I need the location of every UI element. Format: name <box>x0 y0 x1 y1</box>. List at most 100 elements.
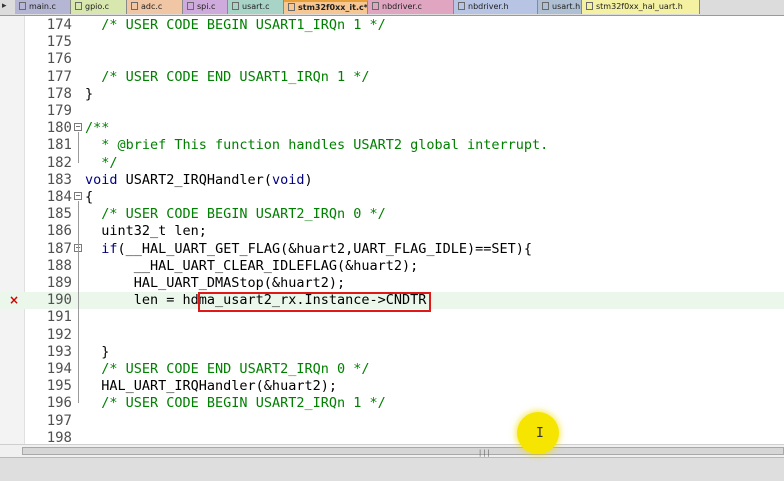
code-comment: /* USER CODE BEGIN USART1_IRQn 1 */ <box>101 17 386 33</box>
line-number: 190 <box>46 292 72 309</box>
code-line[interactable]: 175 <box>0 34 784 51</box>
code-text: { <box>85 189 93 206</box>
code-line[interactable]: 192 <box>0 327 784 344</box>
scrollbar-thumb[interactable]: ||| <box>22 447 784 457</box>
code-text: } <box>85 86 93 103</box>
code-comment: /* USER CODE END USART2_IRQn 0 */ <box>101 361 370 377</box>
code-line[interactable]: 180−/** <box>0 120 784 137</box>
tab-gpio-c[interactable]: gpio.c <box>71 0 127 14</box>
code-line[interactable]: 174 /* USER CODE BEGIN USART1_IRQn 1 */ <box>0 17 784 34</box>
code-comment: /* USER CODE END USART1_IRQn 1 */ <box>101 68 370 85</box>
code-line[interactable]: 183 void USART2_IRQHandler(void) <box>0 172 784 189</box>
code-line[interactable]: 184−{ <box>0 189 784 206</box>
code-line[interactable]: 187− if(__HAL_UART_GET_FLAG(&huart2,UART… <box>0 241 784 258</box>
code-line[interactable]: 179 <box>0 103 784 120</box>
code-line[interactable]: 195 HAL_UART_IRQHandler(&huart2); <box>0 378 784 395</box>
scrollbar-grip-icon: ||| <box>478 449 491 457</box>
code-editor[interactable]: 174 /* USER CODE BEGIN USART1_IRQn 1 */1… <box>0 16 784 444</box>
code-line[interactable]: 188 __HAL_UART_CLEAR_IDLEFLAG(&huart2); <box>0 258 784 275</box>
line-number: 179 <box>46 103 72 119</box>
file-icon <box>232 2 239 10</box>
tab-label: usart.h <box>552 2 581 11</box>
tab-adc-c[interactable]: adc.c <box>127 0 183 14</box>
file-icon <box>372 2 379 10</box>
code-line[interactable]: 193 } <box>0 344 784 361</box>
code-text: void USART2_IRQHandler(void) <box>85 172 313 189</box>
tab-nbdriver-c[interactable]: nbdriver.c <box>368 0 454 14</box>
line-number: 196 <box>46 395 72 412</box>
file-icon <box>542 2 549 10</box>
code-line[interactable]: 196 /* USER CODE BEGIN USART2_IRQn 1 */ <box>0 395 784 412</box>
line-number: 192 <box>46 326 72 343</box>
code-line[interactable]: 185 /* USER CODE BEGIN USART2_IRQn 0 */ <box>0 206 784 223</box>
file-icon <box>586 2 593 10</box>
code-line[interactable]: 198 <box>0 430 784 444</box>
code-line[interactable]: 197 <box>0 413 784 430</box>
code-text: HAL_UART_IRQHandler(&huart2); <box>85 378 337 395</box>
code-line[interactable]: 177 /* USER CODE END USART1_IRQn 1 */ <box>0 69 784 86</box>
tab-main-c[interactable]: main.c <box>15 0 71 14</box>
line-number: 182 <box>46 154 72 171</box>
tab-usart-h[interactable]: usart.h <box>538 0 582 14</box>
tab-label: nbdriver.h <box>468 2 509 11</box>
code-text: } <box>85 344 109 361</box>
fold-guide <box>78 132 79 163</box>
status-bar <box>0 457 784 481</box>
file-icon <box>131 2 138 10</box>
code-text: if(__HAL_UART_GET_FLAG(&huart2,UART_FLAG… <box>85 241 532 258</box>
code-comment: */ <box>85 154 118 171</box>
tab-label: stm32f0xx_it.c* <box>298 3 368 12</box>
line-number: 181 <box>46 137 72 154</box>
line-number: 180 <box>46 120 72 137</box>
file-icon <box>75 2 82 10</box>
tab-nbdriver-h[interactable]: nbdriver.h <box>454 0 538 14</box>
tab-stm32f0xx-it-c[interactable]: stm32f0xx_it.c* <box>284 0 368 14</box>
line-number: 174 <box>46 17 72 33</box>
line-number: 188 <box>46 257 72 274</box>
code-text: /* USER CODE END USART1_IRQn 1 */ <box>85 69 369 86</box>
code-line[interactable]: 178} <box>0 86 784 103</box>
line-number: 176 <box>46 51 72 68</box>
tab-label: spi.c <box>197 2 216 11</box>
code-token: { <box>85 189 94 205</box>
code-line[interactable]: 194 /* USER CODE END USART2_IRQn 0 */ <box>0 361 784 378</box>
code-comment: /* USER CODE BEGIN USART2_IRQn 0 */ <box>101 206 386 223</box>
line-number: 183 <box>46 171 72 188</box>
tab-usart-c[interactable]: usart.c <box>228 0 284 14</box>
tab-label: adc.c <box>141 2 163 11</box>
file-icon <box>458 2 465 10</box>
code-token: __HAL_UART_CLEAR_IDLEFLAG(&huart2); <box>85 257 419 274</box>
line-number: 186 <box>46 223 72 240</box>
code-line[interactable]: 182 */ <box>0 155 784 172</box>
horizontal-scrollbar[interactable]: ||| <box>0 444 784 457</box>
code-comment: * @brief This function handles USART2 gl… <box>85 137 549 154</box>
tab-label: main.c <box>29 2 56 11</box>
fold-toggle-icon[interactable]: − <box>74 192 82 200</box>
code-text: */ <box>85 154 118 172</box>
tab-overflow-icon[interactable]: ▸ <box>2 1 7 11</box>
fold-guide <box>78 201 79 404</box>
code-token: ) <box>304 171 313 188</box>
code-line[interactable]: 189 HAL_UART_DMAStop(&huart2); <box>0 275 784 292</box>
line-number: 197 <box>46 412 72 429</box>
error-marker-icon[interactable]: × <box>9 292 19 309</box>
code-line[interactable]: 186 uint32_t len; <box>0 223 784 240</box>
line-number: 193 <box>46 343 72 360</box>
line-number: 184 <box>46 189 72 205</box>
code-line[interactable]: 176 <box>0 51 784 68</box>
tab-spi-c[interactable]: spi.c <box>183 0 228 14</box>
code-line[interactable]: 181 * @brief This function handles USART… <box>0 137 784 154</box>
line-number: 194 <box>46 361 72 377</box>
file-icon <box>187 2 194 10</box>
fold-toggle-icon[interactable]: − <box>74 123 82 132</box>
line-number: 187 <box>46 240 72 257</box>
tab-stm32f0xx-hal-uart-h[interactable]: stm32f0xx_hal_uart.h <box>582 0 700 14</box>
code-text: HAL_UART_DMAStop(&huart2); <box>85 275 345 292</box>
code-comment: /** <box>85 120 110 137</box>
file-tab-bar: main.c gpio.c adc.c spi.c usart.c stm32f0xx_i… <box>0 0 784 16</box>
file-icon <box>288 3 295 11</box>
code-token: } <box>85 343 110 360</box>
